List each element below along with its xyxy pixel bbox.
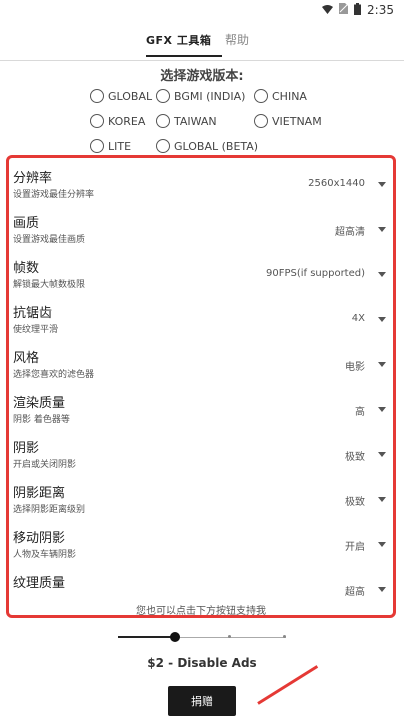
radio-circle[interactable] bbox=[90, 139, 104, 153]
setting-moving-shadows[interactable]: 移动阴影 人物及车辆阴影 开启 bbox=[9, 518, 393, 562]
dropdown-arrow-icon[interactable] bbox=[378, 272, 386, 277]
dropdown-arrow-icon[interactable] bbox=[378, 587, 386, 592]
sim-icon bbox=[339, 3, 349, 17]
setting-subtitle: 设置游戏最佳分辨率 bbox=[13, 190, 95, 200]
donation-price: $2 - Disable Ads bbox=[147, 656, 257, 670]
setting-value[interactable]: 90FPS(if supported) bbox=[266, 268, 365, 279]
donation-slider[interactable] bbox=[118, 632, 286, 642]
slider-step-dot bbox=[228, 635, 231, 638]
setting-value[interactable]: 高 bbox=[355, 403, 365, 418]
radio-circle[interactable] bbox=[156, 139, 170, 153]
radio-taiwan[interactable]: TAIWAN bbox=[156, 114, 217, 128]
setting-subtitle: 使纹理平滑 bbox=[13, 325, 59, 335]
wifi-icon bbox=[322, 3, 334, 17]
radio-vietnam[interactable]: VIETNAM bbox=[254, 114, 322, 128]
annotation-arrow bbox=[257, 665, 319, 705]
setting-title: 分辨率 bbox=[13, 171, 53, 186]
radio-global[interactable]: GLOBAL bbox=[90, 89, 152, 103]
tab-bar: GFX 工具箱 帮助 bbox=[0, 22, 404, 61]
setting-value[interactable]: 2560x1440 bbox=[308, 178, 365, 189]
setting-antialiasing[interactable]: 抗锯齿 使纹理平滑 4X bbox=[9, 293, 393, 337]
setting-subtitle: 选择阴影距离级别 bbox=[13, 505, 86, 515]
setting-subtitle: 设置游戏最佳画质 bbox=[13, 235, 86, 245]
dropdown-arrow-icon[interactable] bbox=[378, 227, 386, 232]
status-time: 2:35 bbox=[367, 3, 394, 17]
radio-circle[interactable] bbox=[156, 89, 170, 103]
setting-value[interactable]: 超高清 bbox=[335, 223, 365, 238]
setting-value[interactable]: 电影 bbox=[345, 358, 365, 373]
setting-title: 移动阴影 bbox=[13, 531, 66, 546]
setting-title: 阴影距离 bbox=[13, 486, 66, 501]
radio-circle[interactable] bbox=[90, 114, 104, 128]
setting-value[interactable]: 极致 bbox=[345, 493, 365, 508]
setting-subtitle: 阴影 着色器等 bbox=[13, 415, 70, 425]
slider-track[interactable] bbox=[176, 636, 286, 638]
radio-circle[interactable] bbox=[90, 89, 104, 103]
dropdown-arrow-icon[interactable] bbox=[378, 497, 386, 502]
setting-render-quality[interactable]: 渲染质量 阴影 着色器等 高 bbox=[9, 383, 393, 427]
settings-list: 分辨率 设置游戏最佳分辨率 2560x1440 画质 设置游戏最佳画质 超高清 … bbox=[6, 155, 396, 618]
tab-gfx-tool[interactable]: GFX 工具箱 bbox=[146, 32, 211, 48]
tab-active-indicator bbox=[146, 55, 222, 57]
slider-thumb[interactable] bbox=[170, 632, 180, 642]
setting-texture-quality[interactable]: 纹理质量 超高 bbox=[9, 563, 393, 607]
setting-title: 画质 bbox=[13, 216, 40, 231]
version-title: 选择游戏版本: bbox=[160, 69, 244, 84]
radio-korea[interactable]: KOREA bbox=[90, 114, 145, 128]
tab-help[interactable]: 帮助 bbox=[225, 31, 249, 48]
setting-value[interactable]: 4X bbox=[352, 313, 365, 324]
setting-subtitle: 选择您喜欢的滤色器 bbox=[13, 370, 95, 380]
setting-value[interactable]: 开启 bbox=[345, 538, 365, 553]
setting-value[interactable]: 超高 bbox=[345, 583, 365, 598]
dropdown-arrow-icon[interactable] bbox=[378, 182, 386, 187]
dropdown-arrow-icon[interactable] bbox=[378, 542, 386, 547]
setting-value[interactable]: 极致 bbox=[345, 448, 365, 463]
setting-shadow-distance[interactable]: 阴影距离 选择阴影距离级别 极致 bbox=[9, 473, 393, 517]
dropdown-arrow-icon[interactable] bbox=[378, 407, 386, 412]
dropdown-arrow-icon[interactable] bbox=[378, 317, 386, 322]
radio-circle[interactable] bbox=[156, 114, 170, 128]
setting-shadows[interactable]: 阴影 开启或关闭阴影 极致 bbox=[9, 428, 393, 472]
setting-style[interactable]: 风格 选择您喜欢的滤色器 电影 bbox=[9, 338, 393, 382]
setting-title: 渲染质量 bbox=[13, 396, 66, 411]
radio-china[interactable]: CHINA bbox=[254, 89, 307, 103]
radio-bgmi[interactable]: BGMI (INDIA) bbox=[156, 89, 245, 103]
radio-lite[interactable]: LITE bbox=[90, 139, 131, 153]
setting-title: 纹理质量 bbox=[13, 576, 66, 591]
slider-step-dot bbox=[283, 635, 286, 638]
setting-resolution[interactable]: 分辨率 设置游戏最佳分辨率 2560x1440 bbox=[9, 158, 393, 202]
dropdown-arrow-icon[interactable] bbox=[378, 362, 386, 367]
radio-global-beta[interactable]: GLOBAL (BETA) bbox=[156, 139, 258, 153]
setting-fps[interactable]: 帧数 解锁最大帧数极限 90FPS(if supported) bbox=[9, 248, 393, 292]
setting-graphics[interactable]: 画质 设置游戏最佳画质 超高清 bbox=[9, 203, 393, 247]
slider-track-filled bbox=[118, 636, 176, 638]
dropdown-arrow-icon[interactable] bbox=[378, 452, 386, 457]
setting-title: 帧数 bbox=[13, 261, 40, 276]
setting-title: 风格 bbox=[13, 351, 40, 366]
support-text: 您也可以点击下方按钮支持我 bbox=[136, 606, 266, 617]
donate-button[interactable]: 捐赠 bbox=[168, 686, 236, 716]
setting-title: 抗锯齿 bbox=[13, 306, 53, 321]
status-bar: 2:35 bbox=[0, 0, 404, 20]
setting-subtitle: 人物及车辆阴影 bbox=[13, 550, 77, 560]
battery-icon bbox=[354, 2, 362, 18]
setting-subtitle: 解锁最大帧数极限 bbox=[13, 280, 86, 290]
radio-circle[interactable] bbox=[254, 89, 268, 103]
radio-circle[interactable] bbox=[254, 114, 268, 128]
setting-title: 阴影 bbox=[13, 441, 40, 456]
setting-subtitle: 开启或关闭阴影 bbox=[13, 460, 77, 470]
